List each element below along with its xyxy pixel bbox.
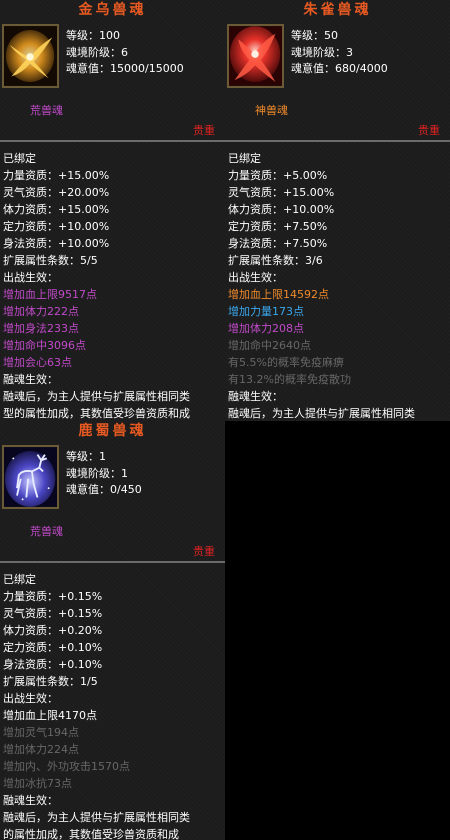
- effect-line: 增加血上限14592点: [228, 288, 329, 301]
- soul-stats: 等级：100 魂境阶级：6 魂意值：15000/15000: [66, 28, 184, 78]
- divider: [0, 140, 225, 142]
- effect-line: 增加力量173点: [228, 305, 304, 318]
- attribute-line: 定力资质：+7.50%: [228, 220, 328, 233]
- attribute-line: 定力资质：+0.10%: [3, 641, 103, 654]
- effect-line: 增加身法233点: [3, 322, 79, 335]
- fusion-effect-label: 融魂生效：: [228, 390, 283, 403]
- source-label: 贵重: [193, 545, 215, 558]
- soul-details: 已绑定 力量资质：+0.15% 灵气资质：+0.15% 体力资质：+0.20% …: [3, 571, 190, 840]
- attribute-line: 身法资质：+7.50%: [228, 237, 328, 250]
- divider: [0, 561, 225, 563]
- level-label: 等级：50: [291, 29, 338, 42]
- attribute-line: 扩展属性条数：1/5: [3, 675, 98, 688]
- deer-spirit-icon[interactable]: [2, 445, 59, 509]
- fusion-line: 融魂后，为主人提供与扩展属性相同类: [3, 390, 190, 403]
- battle-effect-label: 出战生效：: [3, 692, 58, 705]
- quality-label: 荒兽魂: [30, 525, 63, 538]
- golden-crow-icon[interactable]: [2, 24, 59, 88]
- effect-line: 增加命中2640点: [228, 339, 311, 352]
- effect-line: 有5.5%的概率免疫麻痹: [228, 356, 344, 369]
- attribute-line: 身法资质：+10.00%: [3, 237, 110, 250]
- fusion-effect-label: 融魂生效：: [3, 373, 58, 386]
- attribute-line: 扩展属性条数：5/5: [3, 254, 98, 267]
- attribute-line: 力量资质：+5.00%: [228, 169, 328, 182]
- panel-title: 金乌兽魂: [78, 2, 147, 18]
- soul-stats: 等级：1 魂境阶级：1 魂意值：0/450: [66, 449, 142, 499]
- attribute-line: 力量资质：+0.15%: [3, 590, 103, 603]
- level-label: 等级：100: [66, 29, 120, 42]
- battle-effect-label: 出战生效：: [3, 271, 58, 284]
- bound-label: 已绑定: [3, 573, 36, 586]
- effect-line: 增加体力222点: [3, 305, 79, 318]
- beast-soul-panel-vermilion-bird: 朱雀兽魂 等级：50 魂境阶级：3 魂意值：680/4000 神兽魂 贵重 已绑…: [225, 0, 450, 421]
- vermilion-bird-icon[interactable]: [227, 24, 284, 88]
- stage-label: 魂境阶级：6: [66, 45, 128, 59]
- fusion-effect-label: 融魂生效：: [3, 794, 58, 807]
- attribute-line: 灵气资质：+0.15%: [3, 607, 103, 620]
- attribute-line: 身法资质：+0.10%: [3, 658, 103, 671]
- source-label: 贵重: [193, 124, 215, 137]
- soul-value-label: 魂意值：15000/15000: [66, 62, 184, 75]
- effect-line: 增加灵气194点: [3, 726, 79, 739]
- bound-label: 已绑定: [3, 152, 36, 165]
- attribute-line: 扩展属性条数：3/6: [228, 254, 323, 267]
- attribute-line: 灵气资质：+20.00%: [3, 186, 110, 199]
- effect-line: 增加命中3096点: [3, 339, 86, 352]
- effect-line: 增加血上限9517点: [3, 288, 97, 301]
- fusion-line: 融魂后，为主人提供与扩展属性相同类: [3, 811, 190, 824]
- effect-line: 增加会心63点: [3, 356, 72, 369]
- fusion-line: 融魂后，为主人提供与扩展属性相同类: [228, 407, 415, 420]
- beast-soul-panel-golden-crow: 金乌兽魂 等级：100 魂境阶级：6 魂意值：15000/15000 荒兽魂 贵…: [0, 0, 225, 421]
- soul-stats: 等级：50 魂境阶级：3 魂意值：680/4000: [291, 28, 388, 78]
- effect-line: 有13.2%的概率免疫散功: [228, 373, 351, 386]
- soul-details: 已绑定 力量资质：+15.00% 灵气资质：+20.00% 体力资质：+15.0…: [3, 150, 190, 421]
- effect-line: 增加冰抗73点: [3, 777, 72, 790]
- bound-label: 已绑定: [228, 152, 261, 165]
- effect-line: 增加体力208点: [228, 322, 304, 335]
- fusion-line: 的属性加成，其数值受珍兽资质和成: [3, 828, 179, 840]
- attribute-line: 灵气资质：+15.00%: [228, 186, 335, 199]
- battle-effect-label: 出战生效：: [228, 271, 283, 284]
- soul-value-label: 魂意值：680/4000: [291, 62, 388, 75]
- stage-label: 魂境阶级：3: [291, 45, 353, 59]
- panel-title: 鹿蜀兽魂: [78, 423, 147, 439]
- effect-line: 增加体力224点: [3, 743, 79, 756]
- attribute-line: 体力资质：+15.00%: [3, 203, 110, 216]
- source-label: 贵重: [418, 124, 440, 137]
- divider: [225, 140, 450, 142]
- attribute-line: 力量资质：+15.00%: [3, 169, 110, 182]
- beast-soul-panel-deer: 鹿蜀兽魂 等级：1 魂境阶级：1 魂意值：0/450 荒兽魂 贵重 已绑定 力量…: [0, 421, 225, 840]
- effect-line: 增加内、外功攻击1570点: [3, 760, 130, 773]
- panel-title: 朱雀兽魂: [303, 2, 372, 18]
- fusion-line: 型的属性加成，其数值受珍兽资质和成: [3, 407, 190, 420]
- level-label: 等级：1: [66, 450, 106, 463]
- attribute-line: 体力资质：+0.20%: [3, 624, 103, 637]
- quality-label: 神兽魂: [255, 104, 288, 117]
- soul-details: 已绑定 力量资质：+5.00% 灵气资质：+15.00% 体力资质：+10.00…: [228, 150, 415, 421]
- attribute-line: 体力资质：+10.00%: [228, 203, 335, 216]
- effect-line: 增加血上限4170点: [3, 709, 97, 722]
- quality-label: 荒兽魂: [30, 104, 63, 117]
- attribute-line: 定力资质：+10.00%: [3, 220, 110, 233]
- stage-label: 魂境阶级：1: [66, 466, 128, 480]
- soul-value-label: 魂意值：0/450: [66, 483, 142, 496]
